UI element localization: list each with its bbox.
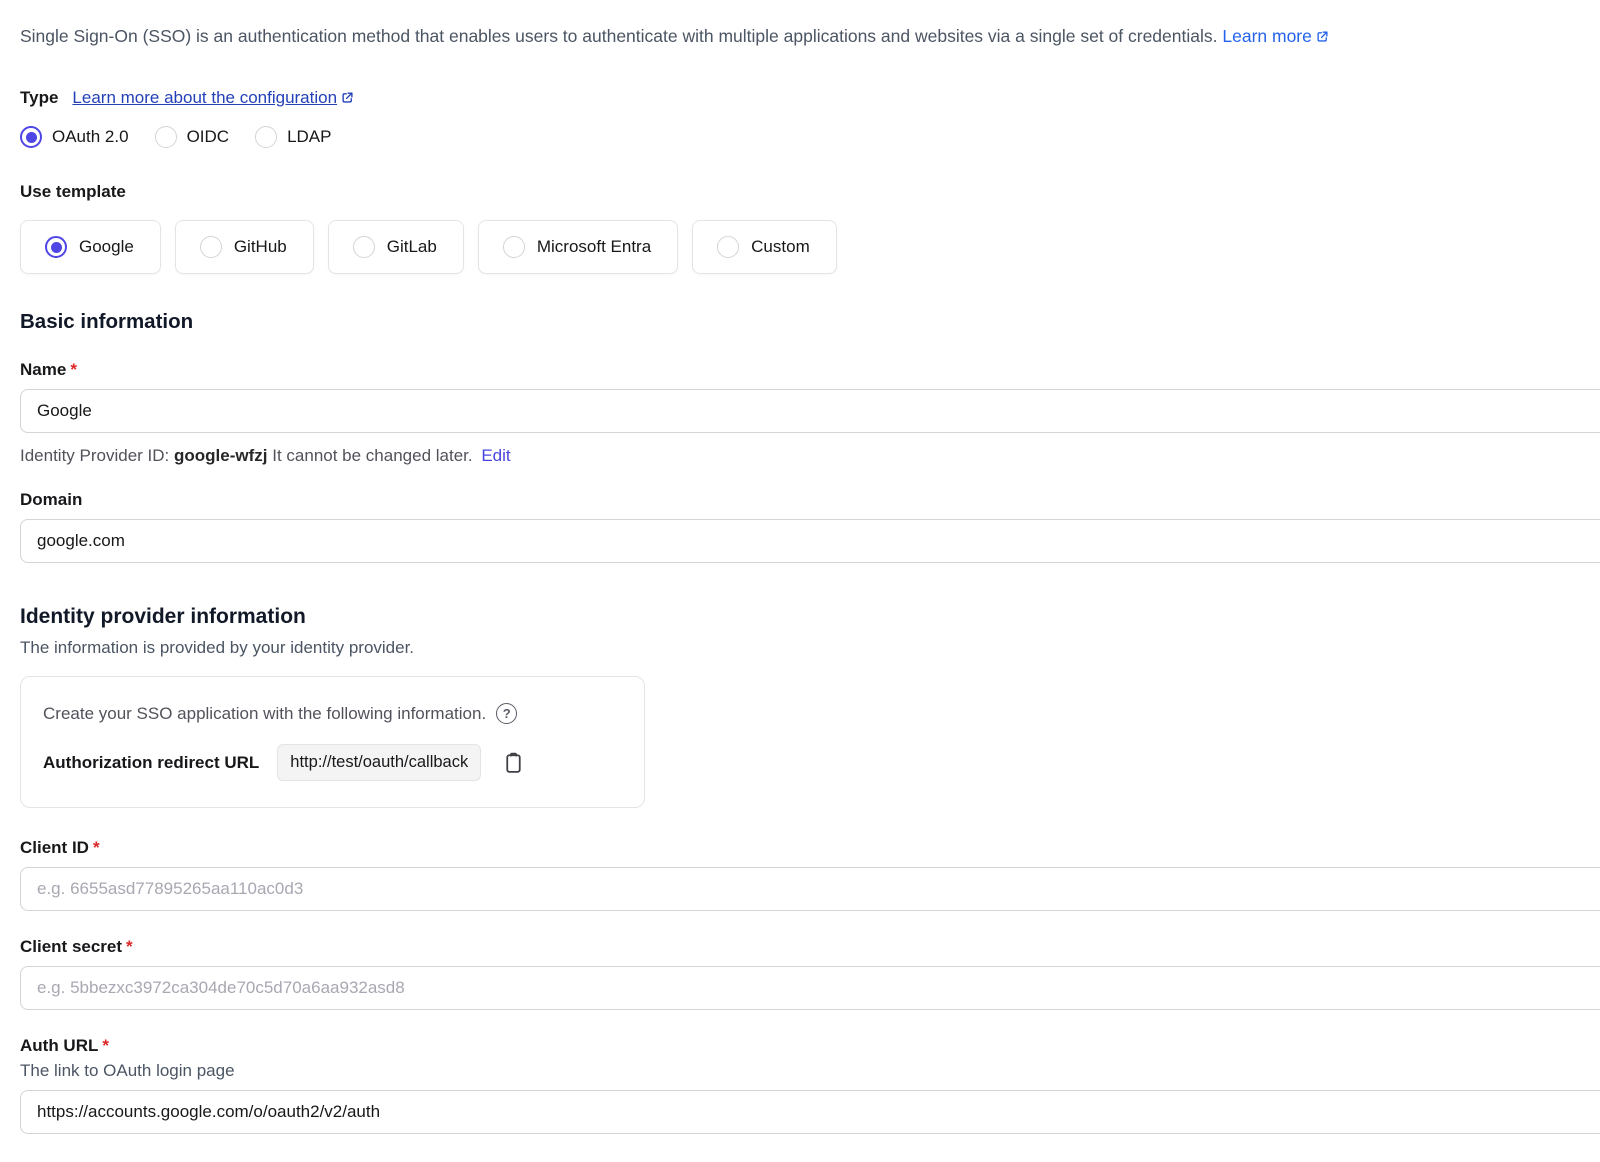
sso-description-text: Single Sign-On (SSO) is an authenticatio… <box>20 26 1218 46</box>
idp-subtitle: The information is provided by your iden… <box>20 638 1600 658</box>
configuration-docs-label: Learn more about the configuration <box>72 88 337 107</box>
required-asterisk: * <box>93 838 100 857</box>
provider-id-note: It cannot be changed later. <box>272 446 472 465</box>
auth-url-label: Auth URL* <box>20 1036 1600 1056</box>
radio-unselected-icon <box>503 236 525 258</box>
template-card-gitlab[interactable]: GitLab <box>328 220 464 274</box>
auth-url-hint: The link to OAuth login page <box>20 1061 1600 1081</box>
radio-unselected-icon <box>717 236 739 258</box>
edit-provider-id-link[interactable]: Edit <box>481 446 510 465</box>
redirect-url-label: Authorization redirect URL <box>43 753 259 773</box>
radio-selected-icon <box>45 236 67 258</box>
name-label-text: Name <box>20 360 66 379</box>
domain-label: Domain <box>20 490 1600 510</box>
redirect-url-value: http://test/oauth/callback <box>277 744 481 781</box>
name-label: Name* <box>20 360 1600 380</box>
learn-more-link[interactable]: Learn more <box>1222 26 1330 46</box>
external-link-icon <box>340 90 355 105</box>
type-row: Type Learn more about the configuration <box>20 88 1600 108</box>
client-secret-label-text: Client secret <box>20 937 122 956</box>
auth-url-input[interactable] <box>20 1090 1600 1134</box>
template-card-github[interactable]: GitHub <box>175 220 314 274</box>
name-input[interactable] <box>20 389 1600 433</box>
client-id-input[interactable] <box>20 867 1600 911</box>
provider-id-value: google-wfzj <box>174 446 267 465</box>
template-gitlab-label: GitLab <box>387 237 437 257</box>
required-asterisk: * <box>126 937 133 956</box>
template-github-label: GitHub <box>234 237 287 257</box>
client-id-label: Client ID* <box>20 838 1600 858</box>
domain-input[interactable] <box>20 519 1600 563</box>
use-template-label: Use template <box>20 182 1600 202</box>
radio-unselected-icon <box>200 236 222 258</box>
template-entra-label: Microsoft Entra <box>537 237 651 257</box>
sso-settings-page: Single Sign-On (SSO) is an authenticatio… <box>0 0 1600 1134</box>
template-custom-label: Custom <box>751 237 810 257</box>
radio-oidc-label: OIDC <box>187 127 230 147</box>
provider-id-label: Identity Provider ID: <box>20 446 169 465</box>
radio-oauth2-label: OAuth 2.0 <box>52 127 129 147</box>
help-icon[interactable]: ? <box>496 703 517 724</box>
template-card-microsoft-entra[interactable]: Microsoft Entra <box>478 220 678 274</box>
client-secret-input[interactable] <box>20 966 1600 1010</box>
radio-ldap-label: LDAP <box>287 127 331 147</box>
template-card-custom[interactable]: Custom <box>692 220 837 274</box>
copy-redirect-url-button[interactable] <box>499 748 528 777</box>
radio-unselected-icon <box>353 236 375 258</box>
instruction-text: Create your SSO application with the fol… <box>43 704 486 724</box>
type-label: Type <box>20 88 58 108</box>
radio-ldap[interactable]: LDAP <box>255 126 331 148</box>
sso-instruction-card: Create your SSO application with the fol… <box>20 676 645 808</box>
required-asterisk: * <box>102 1036 109 1055</box>
type-radio-group: OAuth 2.0 OIDC LDAP <box>20 126 1600 148</box>
client-secret-label: Client secret* <box>20 937 1600 957</box>
sso-description: Single Sign-On (SSO) is an authenticatio… <box>20 24 1600 48</box>
radio-oidc[interactable]: OIDC <box>155 126 230 148</box>
radio-unselected-icon <box>155 126 177 148</box>
external-link-icon <box>1315 29 1330 44</box>
learn-more-label: Learn more <box>1222 26 1312 46</box>
redirect-url-row: Authorization redirect URL http://test/o… <box>43 744 622 781</box>
template-options: Google GitHub GitLab Microsoft Entra Cus… <box>20 220 1600 274</box>
configuration-docs-link[interactable]: Learn more about the configuration <box>72 88 355 108</box>
auth-url-label-text: Auth URL <box>20 1036 98 1055</box>
clipboard-icon <box>501 750 526 775</box>
radio-oauth2[interactable]: OAuth 2.0 <box>20 126 129 148</box>
radio-selected-icon <box>20 126 42 148</box>
required-asterisk: * <box>70 360 77 379</box>
provider-id-line: Identity Provider ID: google-wfzj It can… <box>20 446 1600 466</box>
template-google-label: Google <box>79 237 134 257</box>
radio-unselected-icon <box>255 126 277 148</box>
basic-information-heading: Basic information <box>20 310 1600 334</box>
instruction-row: Create your SSO application with the fol… <box>43 703 622 724</box>
idp-information-heading: Identity provider information <box>20 605 1600 629</box>
client-id-label-text: Client ID <box>20 838 89 857</box>
template-card-google[interactable]: Google <box>20 220 161 274</box>
